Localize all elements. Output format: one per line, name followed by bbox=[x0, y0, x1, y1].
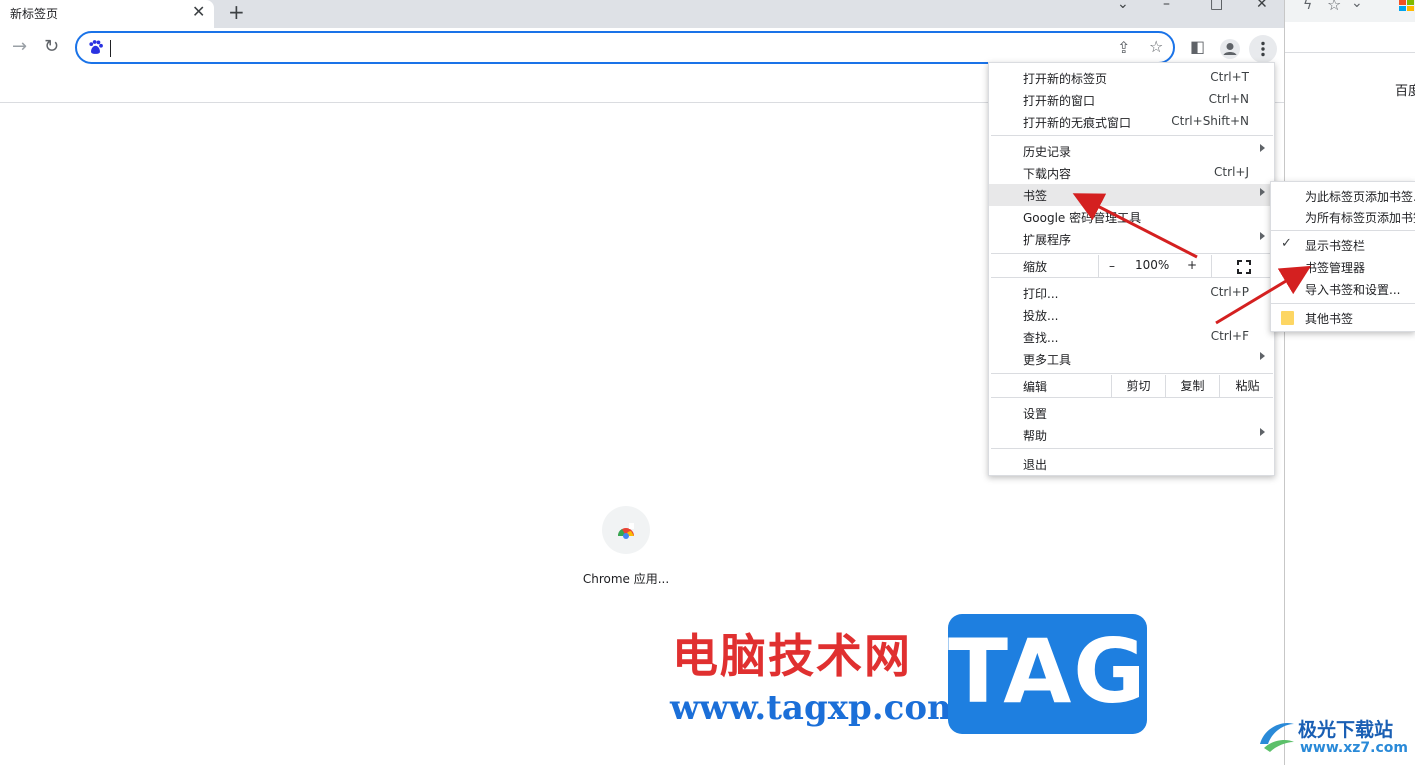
arrow-to-bookmark-manager bbox=[1215, 265, 1312, 325]
watermark-tag-text: TAG bbox=[948, 620, 1148, 723]
watermark-site-name: 电脑技术网 bbox=[672, 629, 912, 683]
watermark-tag-logo: TAG bbox=[948, 614, 1147, 734]
arrow-to-bookmarks bbox=[1072, 193, 1198, 259]
watermark-site-url: www.tagxp.com bbox=[670, 688, 963, 728]
aurora-logo-icon bbox=[1260, 722, 1294, 752]
watermark2-site-name: 极光下载站 bbox=[1298, 719, 1394, 741]
watermark2-site-url: www.xz7.com bbox=[1300, 740, 1408, 756]
